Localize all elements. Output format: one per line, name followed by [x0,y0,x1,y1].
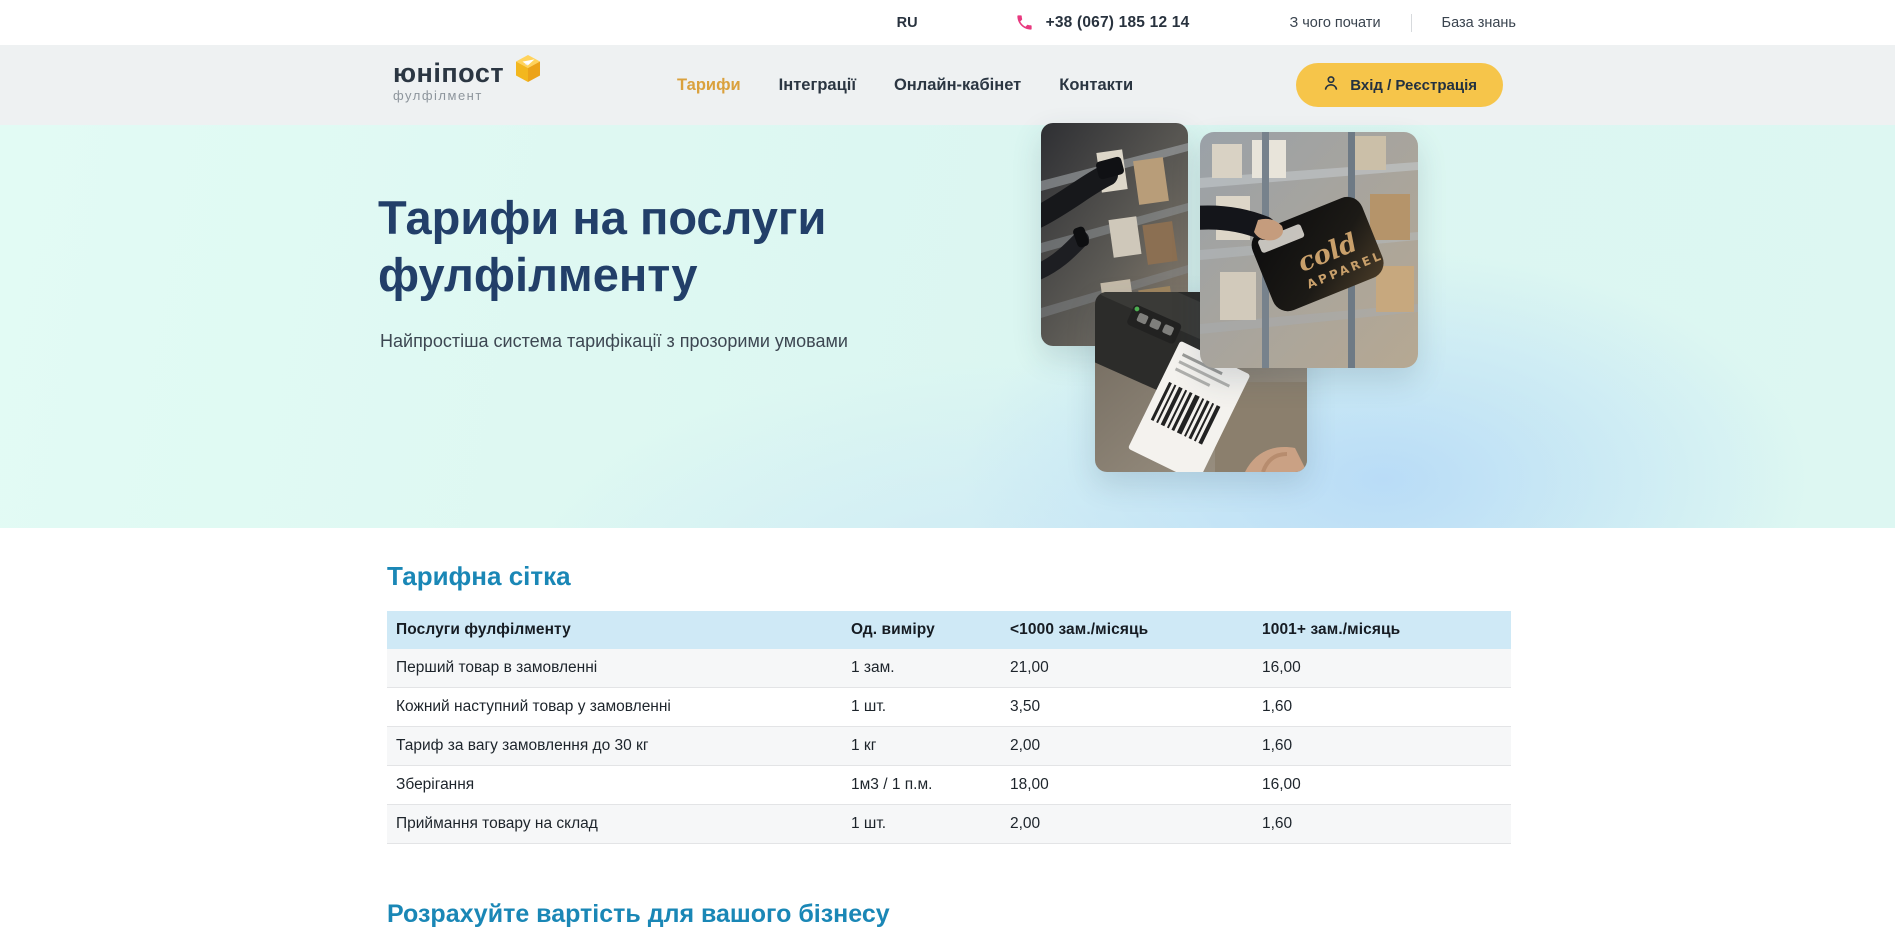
phone-link[interactable]: +38 (067) 185 12 14 [1015,13,1190,32]
page-subtitle: Найпростіша система тарифікації з прозор… [380,331,848,352]
cell-unit: 1 шт. [851,698,1010,716]
topbar-link-knowledge-base[interactable]: База знань [1442,15,1516,31]
cell-price-high: 1,60 [1262,737,1511,755]
main-content: Тарифна сітка Послуги фулфілменту Од. ви… [0,528,1895,938]
site-header: юніпост фулфілмент Тарифи Інтеграції Онл… [0,45,1895,125]
cell-service: Кожний наступний товар у замовленні [387,698,851,716]
hero-section: Тарифи на послугифулфілменту Найпростіша… [0,125,1895,528]
cell-price-high: 1,60 [1262,815,1511,833]
table-row: Приймання товару на склад 1 шт. 2,00 1,6… [387,805,1511,844]
table-row: Перший товар в замовленні 1 зам. 21,00 1… [387,649,1511,688]
pricing-table: Послуги фулфілменту Од. виміру <1000 зам… [387,611,1511,844]
cell-unit: 1 шт. [851,815,1010,833]
topbar-divider [1411,14,1412,32]
logo-subtitle: фулфілмент [393,88,504,103]
pricing-table-header: Послуги фулфілменту Од. виміру <1000 зам… [387,611,1511,649]
cell-service: Перший товар в замовленні [387,659,851,677]
cell-price-low: 2,00 [1010,815,1262,833]
login-register-button[interactable]: Вхід / Реєстрація [1296,63,1503,107]
top-bar: RU +38 (067) 185 12 14 З чого почати Баз… [0,0,1895,45]
cell-price-low: 2,00 [1010,737,1262,755]
page-title: Тарифи на послугифулфілменту [378,189,826,303]
phone-number[interactable]: +38 (067) 185 12 14 [1046,14,1190,32]
cell-service: Тариф за вагу замовлення до 30 кг [387,737,851,755]
cell-unit: 1м3 / 1 п.м. [851,776,1010,794]
cell-price-low: 18,00 [1010,776,1262,794]
cell-service: Зберігання [387,776,851,794]
col-header-unit: Од. виміру [851,621,1010,639]
table-row: Тариф за вагу замовлення до 30 кг 1 кг 2… [387,727,1511,766]
cell-unit: 1 кг [851,737,1010,755]
table-row: Зберігання 1м3 / 1 п.м. 18,00 16,00 [387,766,1511,805]
hero-photo-package-handling: cold APPAREL [1200,132,1418,368]
nav-item-tariffs[interactable]: Тарифи [677,76,741,95]
cell-price-low: 21,00 [1010,659,1262,677]
col-header-under-1000: <1000 зам./місяць [1010,621,1262,639]
cell-price-high: 1,60 [1262,698,1511,716]
table-row: Кожний наступний товар у замовленні 1 шт… [387,688,1511,727]
language-switcher[interactable]: RU [897,15,918,31]
login-register-label: Вхід / Реєстрація [1350,77,1477,94]
cell-price-high: 16,00 [1262,659,1511,677]
user-icon [1322,74,1340,96]
cell-unit: 1 зам. [851,659,1010,677]
cell-price-high: 16,00 [1262,776,1511,794]
main-nav: Тарифи Інтеграції Онлайн-кабінет Контакт… [677,45,1133,125]
calculator-section-title: Розрахуйте вартість для вашого бізнесу [387,900,1895,929]
phone-icon [1015,13,1034,32]
topbar-links: З чого почати База знань [1289,14,1516,32]
col-header-service: Послуги фулфілменту [387,621,851,639]
topbar-link-getting-started[interactable]: З чого почати [1289,15,1380,31]
cube-icon [511,52,545,91]
nav-item-integrations[interactable]: Інтеграції [779,76,856,95]
cell-price-low: 3,50 [1010,698,1262,716]
pricing-section-title: Тарифна сітка [387,528,1895,592]
logo[interactable]: юніпост фулфілмент [393,58,504,103]
nav-item-contacts[interactable]: Контакти [1059,76,1133,95]
nav-item-online-cabinet[interactable]: Онлайн-кабінет [894,76,1021,95]
cell-service: Приймання товару на склад [387,815,851,833]
logo-title: юніпост [393,58,504,88]
col-header-over-1001: 1001+ зам./місяць [1262,621,1511,639]
